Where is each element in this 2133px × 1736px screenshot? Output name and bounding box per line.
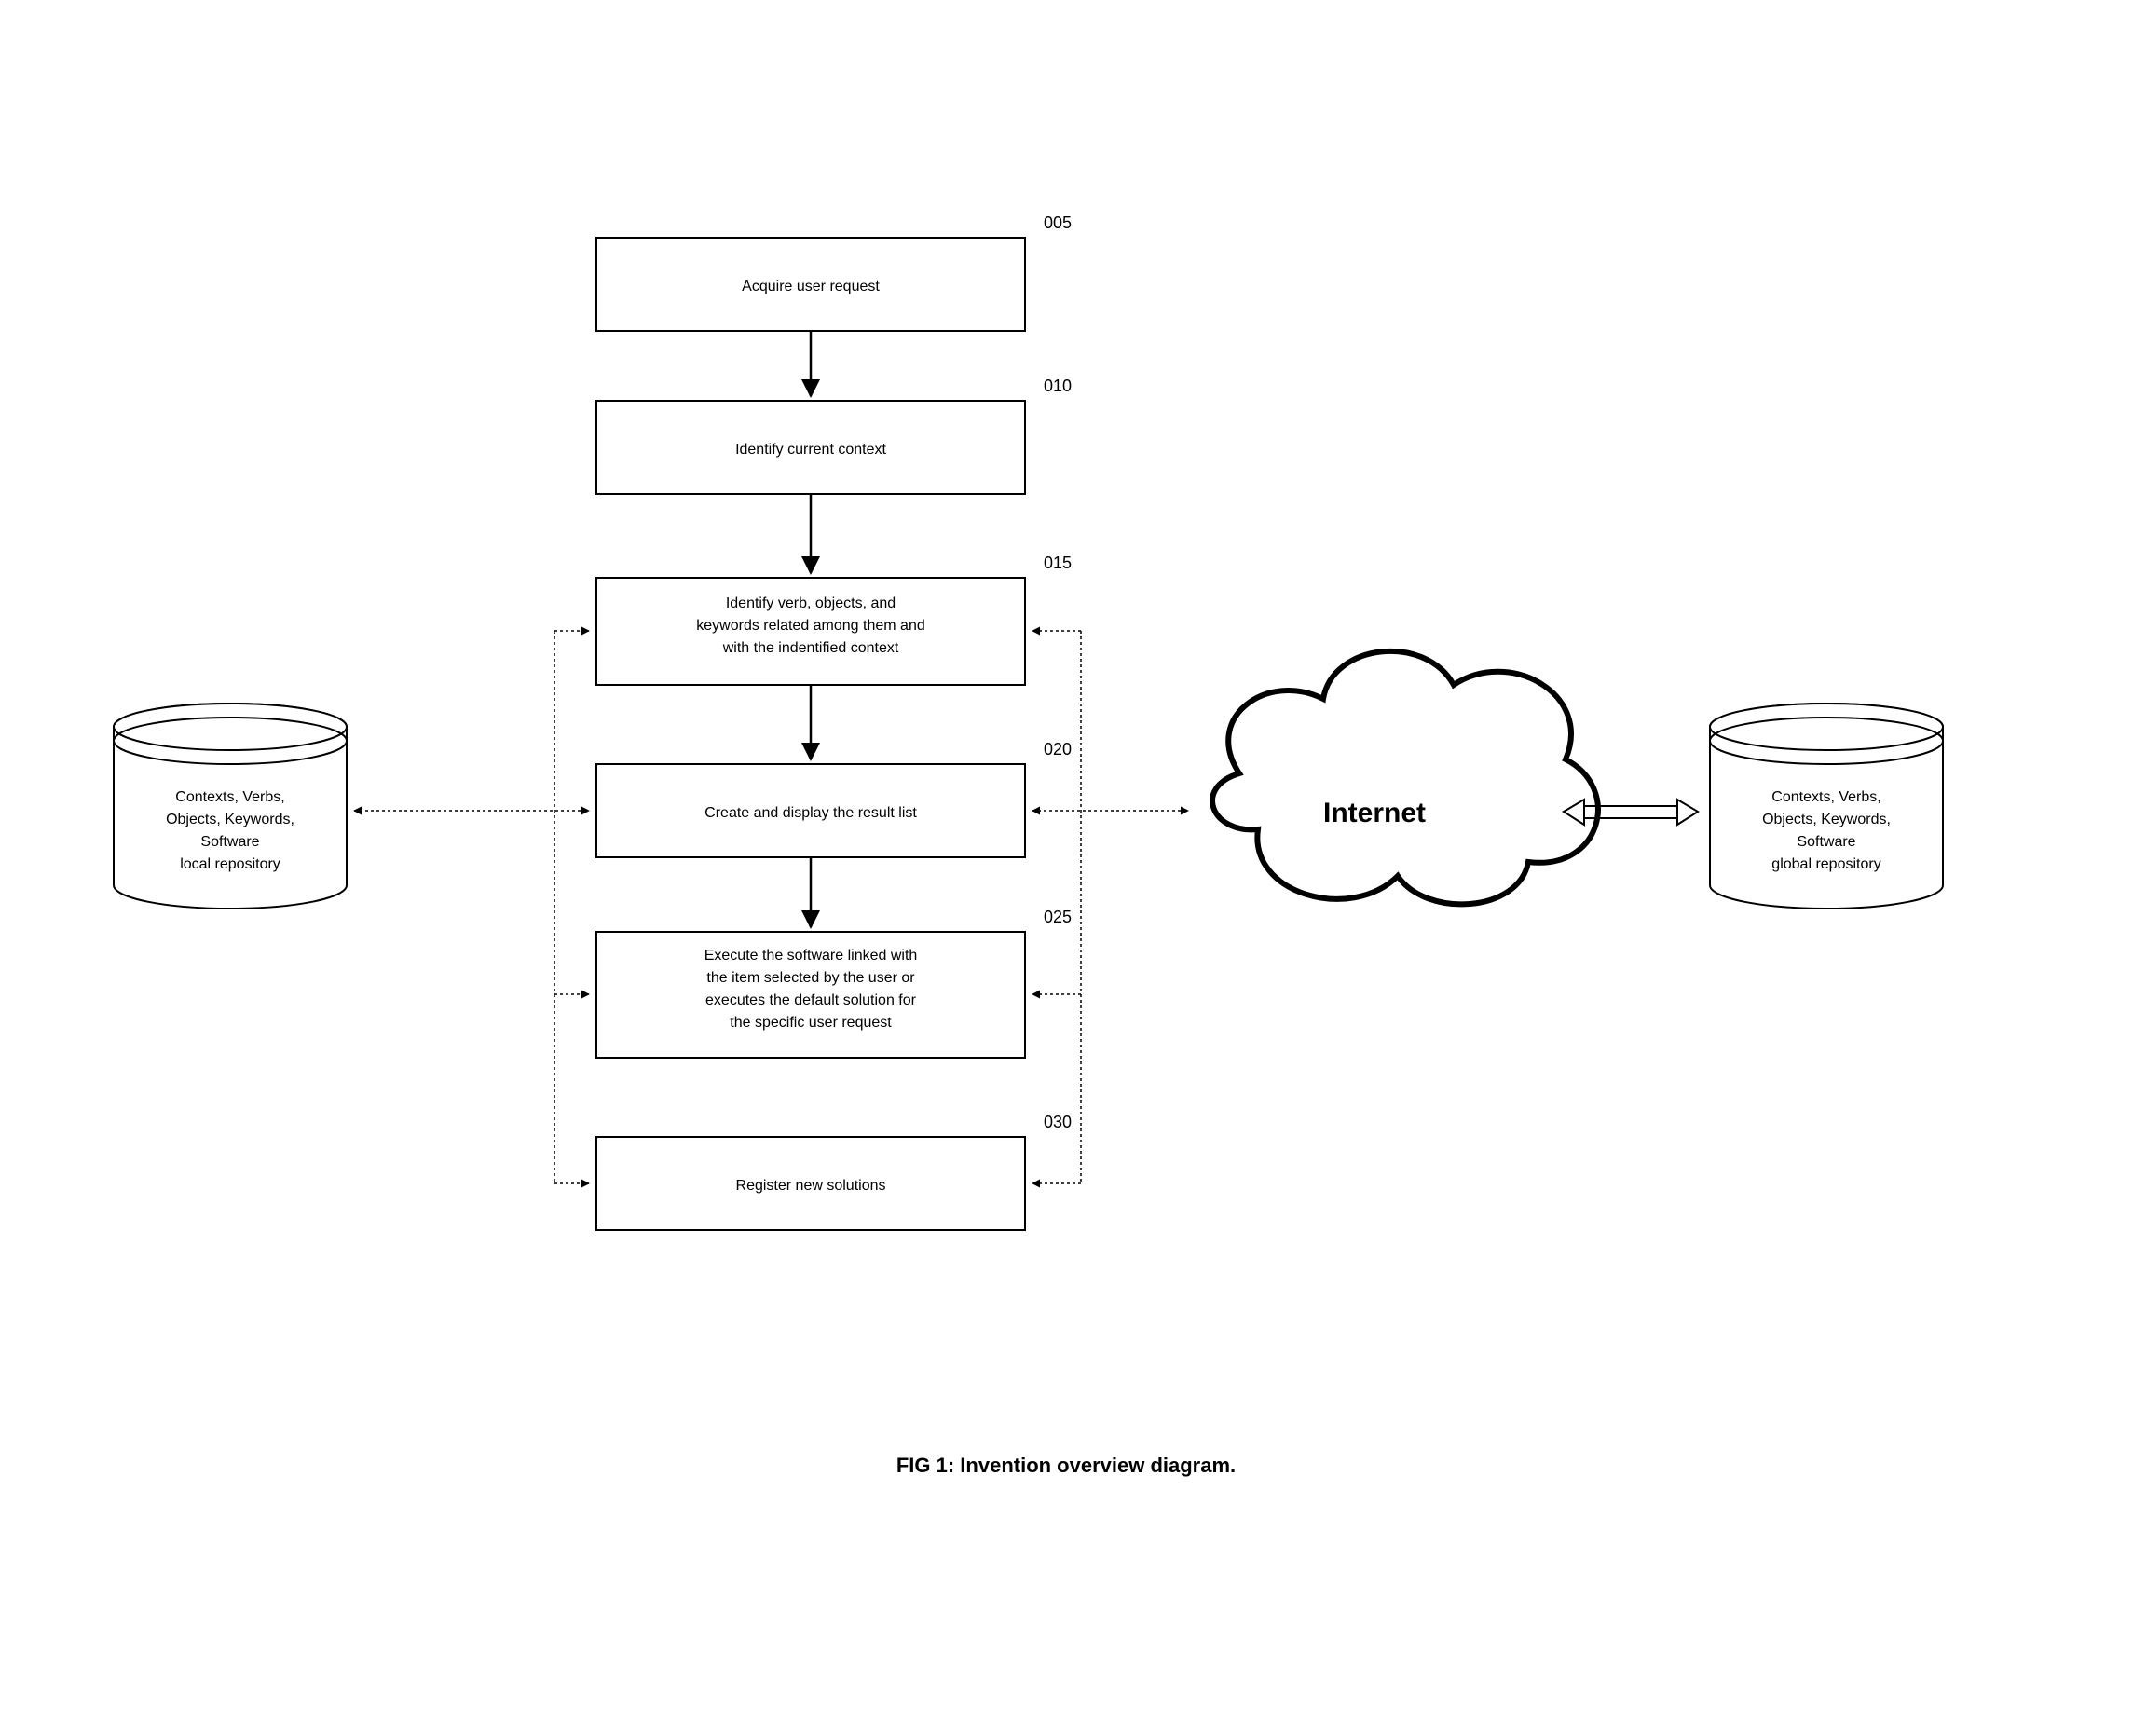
step-030-label: Register new solutions <box>736 1178 886 1194</box>
local-repository: Contexts, Verbs, Objects, Keywords, Soft… <box>114 704 347 909</box>
step-015-id: 015 <box>1044 554 1072 572</box>
step-015-label-l1: Identify verb, objects, and <box>726 595 896 611</box>
connector-cloud-globaldb <box>1564 800 1698 825</box>
step-025-label-l3: executes the default solution for <box>705 992 917 1008</box>
left-dotted-bus <box>554 631 589 1183</box>
step-025-label-l2: the item selected by the user or <box>706 970 915 986</box>
figure-caption: FIG 1: Invention overview diagram. <box>896 1454 1236 1477</box>
step-010: Identify current context 010 <box>596 376 1072 494</box>
step-005: Acquire user request 005 <box>596 213 1072 331</box>
step-030: Register new solutions 030 <box>596 1113 1072 1230</box>
step-015-label-l3: with the indentified context <box>722 640 899 656</box>
global-db-l2: Objects, Keywords, <box>1762 812 1891 827</box>
local-db-l2: Objects, Keywords, <box>166 812 294 827</box>
step-025-id: 025 <box>1044 908 1072 926</box>
step-015: Identify verb, objects, and keywords rel… <box>596 554 1072 685</box>
step-025-label-l1: Execute the software linked with <box>704 948 918 964</box>
step-015-label-l2: keywords related among them and <box>696 618 924 634</box>
step-010-id: 010 <box>1044 376 1072 395</box>
local-db-l4: local repository <box>180 856 280 872</box>
diagram-canvas: Acquire user request 005 Identify curren… <box>0 0 2133 1736</box>
step-025: Execute the software linked with the ite… <box>596 908 1072 1058</box>
global-db-l4: global repository <box>1771 856 1880 872</box>
local-db-l1: Contexts, Verbs, <box>175 789 284 805</box>
local-db-l3: Software <box>200 834 259 850</box>
step-025-label-l4: the specific user request <box>730 1015 892 1031</box>
step-005-label: Acquire user request <box>742 279 880 294</box>
step-030-id: 030 <box>1044 1113 1072 1131</box>
step-020-label: Create and display the result list <box>704 805 917 821</box>
cloud-label: Internet <box>1323 798 1426 828</box>
step-020-id: 020 <box>1044 740 1072 759</box>
step-010-label: Identify current context <box>735 442 886 458</box>
step-005-id: 005 <box>1044 213 1072 232</box>
step-020: Create and display the result list 020 <box>596 740 1072 857</box>
global-db-l1: Contexts, Verbs, <box>1771 789 1880 805</box>
global-db-l3: Software <box>1797 834 1855 850</box>
global-repository: Contexts, Verbs, Objects, Keywords, Soft… <box>1710 704 1943 909</box>
internet-cloud: Internet <box>1212 651 1598 905</box>
